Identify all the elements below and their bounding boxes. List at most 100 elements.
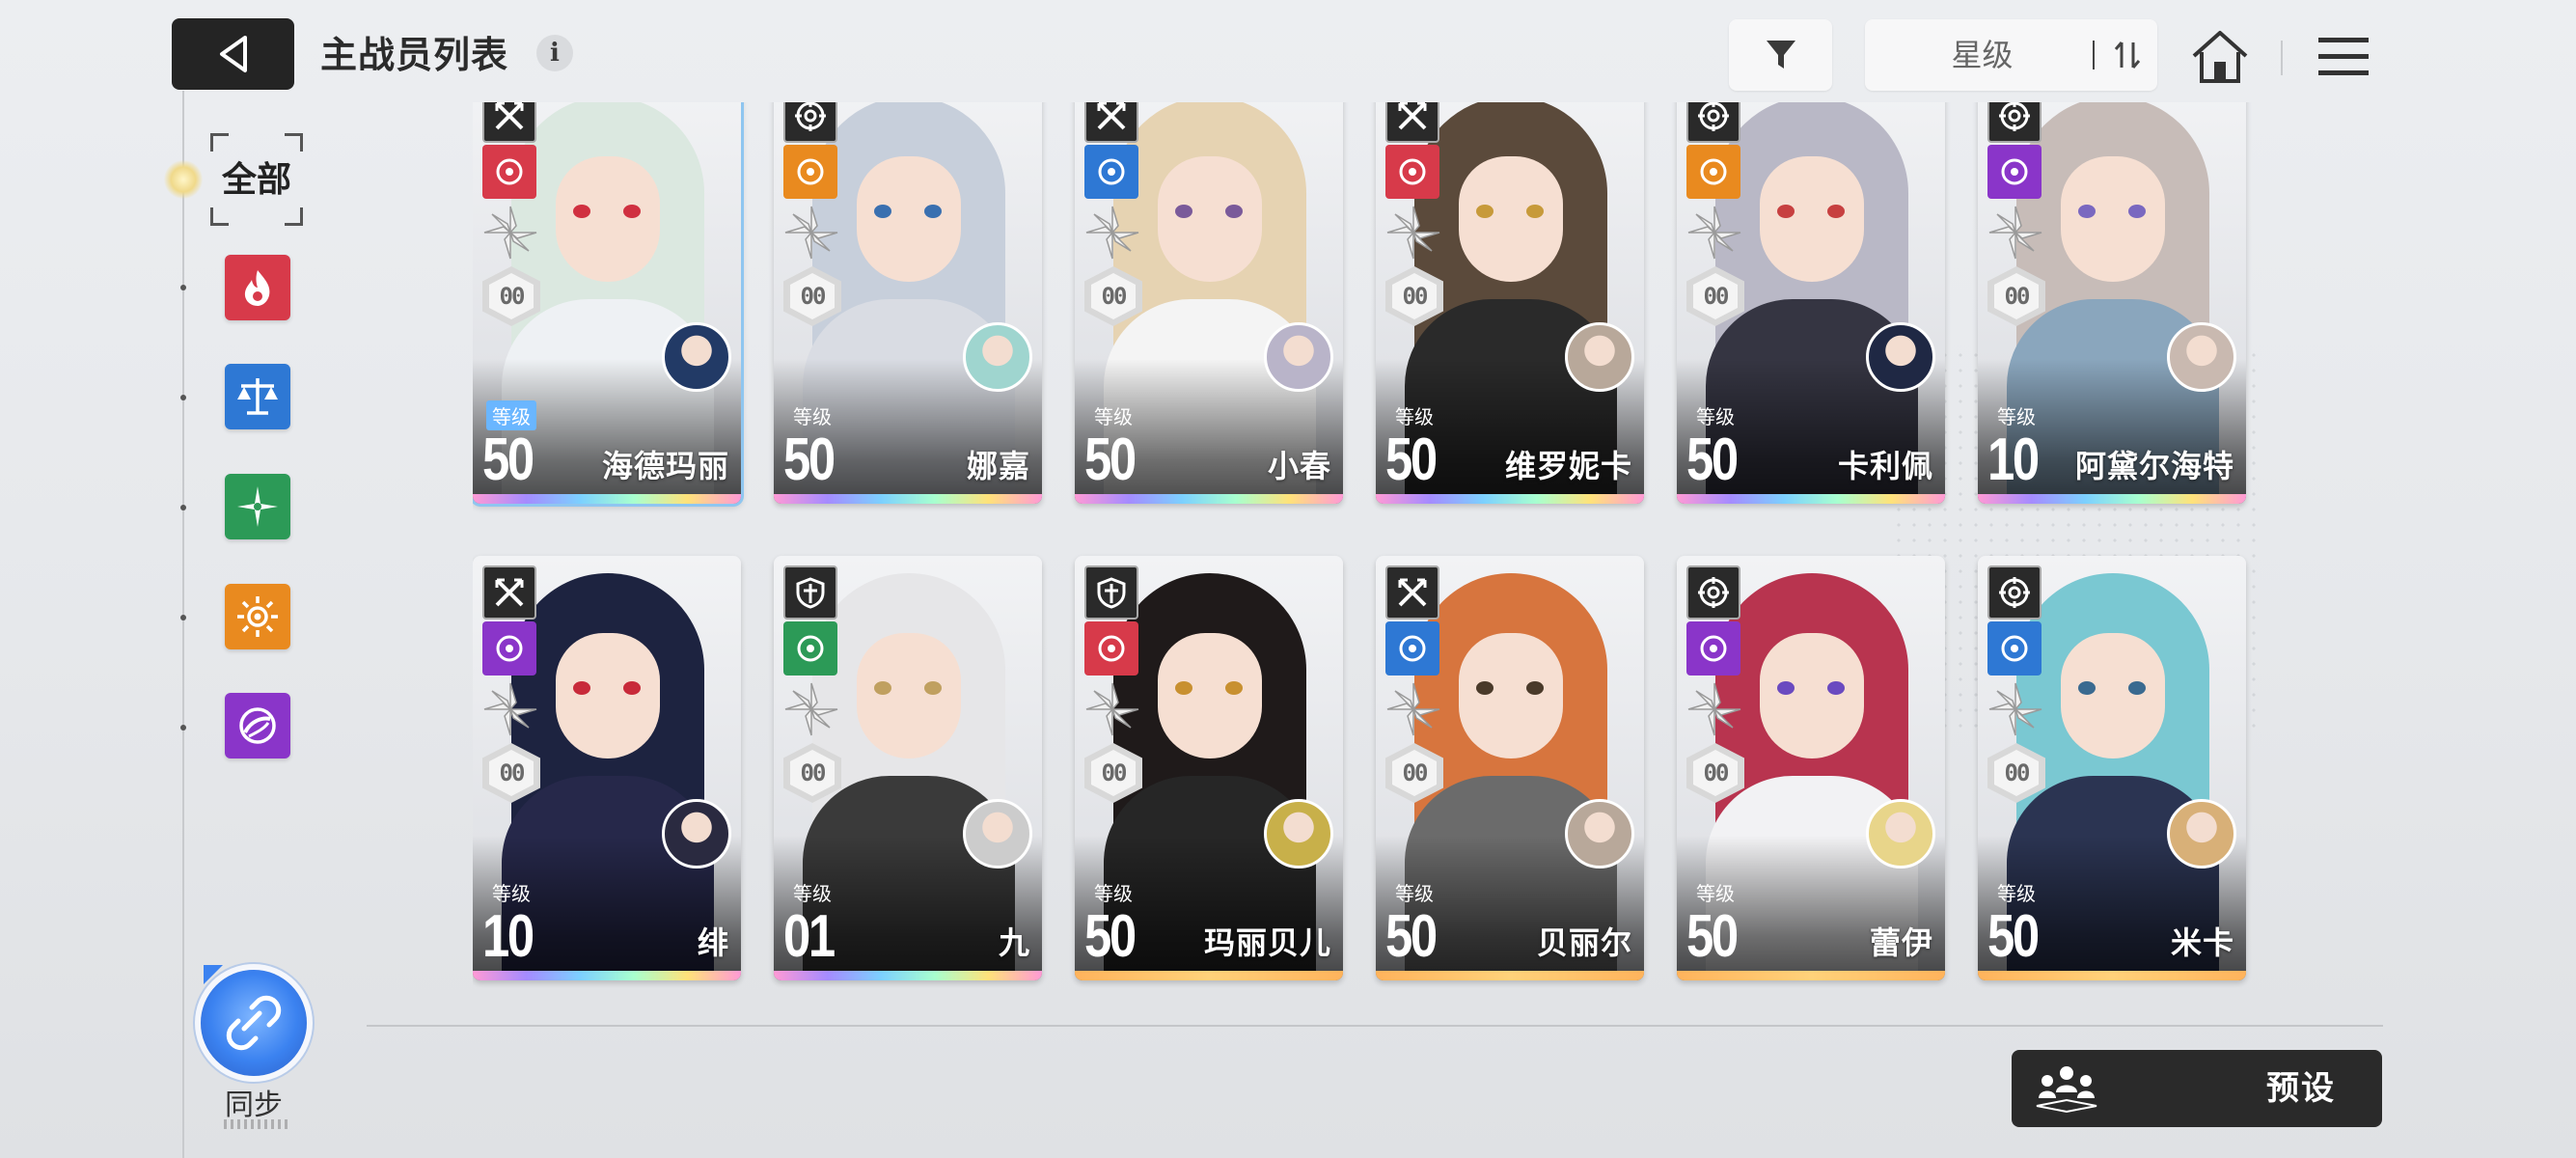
squad-preset-icon <box>2036 1066 2097 1114</box>
class-target-icon <box>783 102 837 143</box>
portrait-eye <box>623 205 641 218</box>
portrait-eye <box>1526 205 1544 218</box>
burst-skill-icon <box>1082 203 1142 262</box>
support-avatar <box>1866 322 1935 392</box>
class-sword-icon <box>1385 565 1439 620</box>
rarity-bar <box>774 971 1042 980</box>
burst-skill-icon <box>480 679 540 739</box>
category-void[interactable] <box>225 693 290 758</box>
class-target-icon <box>1987 565 2042 620</box>
character-card[interactable]: 00 等级 50 娜嘉 <box>774 102 1042 504</box>
rarity-bar <box>1075 494 1343 504</box>
support-avatar <box>662 799 731 868</box>
home-button[interactable] <box>2186 23 2254 91</box>
top-separator <box>2281 41 2283 75</box>
support-avatar <box>1264 322 1333 392</box>
portrait-face <box>2061 156 2165 282</box>
class-sword-icon <box>1385 102 1439 143</box>
category-wind[interactable] <box>225 474 290 539</box>
portrait-face <box>1158 156 1262 282</box>
support-avatar <box>662 322 731 392</box>
info-icon[interactable]: i <box>536 35 573 71</box>
level-number: 01 <box>783 903 836 970</box>
sort-order-button[interactable] <box>2098 19 2156 91</box>
burst-skill-icon <box>1384 679 1443 739</box>
character-card[interactable]: 00 等级 50 玛丽贝儿 <box>1075 556 1343 980</box>
back-button[interactable] <box>172 18 294 90</box>
portrait-eye <box>874 205 891 218</box>
sync-decoration <box>224 1119 289 1129</box>
rarity-bar <box>473 971 741 980</box>
wind-star-icon <box>237 486 278 527</box>
character-card[interactable]: 00 等级 50 海德玛丽 <box>473 102 741 504</box>
portrait-face <box>1459 156 1563 282</box>
character-name: 阿黛尔海特 <box>2074 449 2234 483</box>
portrait-eye <box>1175 205 1192 218</box>
character-card[interactable]: 00 等级 50 贝丽尔 <box>1376 556 1644 980</box>
level-number: 50 <box>1385 427 1438 493</box>
character-card[interactable]: 00 等级 01 九 <box>774 556 1042 980</box>
level-number: 50 <box>1686 427 1739 493</box>
portrait-eye <box>2128 681 2146 695</box>
rail-dot <box>180 615 186 620</box>
portrait-face <box>857 156 961 282</box>
character-name: 小春 <box>1267 449 1331 483</box>
element-icon <box>1385 145 1439 199</box>
class-shield-icon <box>1084 565 1138 620</box>
rarity-bar <box>1376 971 1644 980</box>
element-icon <box>1084 621 1138 676</box>
element-icon <box>1686 621 1740 676</box>
category-radiance[interactable] <box>225 584 290 649</box>
character-card[interactable]: 00 等级 50 小春 <box>1075 102 1343 504</box>
portrait-eye <box>573 205 590 218</box>
character-card[interactable]: 00 等级 10 阿黛尔海特 <box>1978 102 2246 504</box>
portrait-eye <box>1476 205 1494 218</box>
character-name: 海德玛丽 <box>601 449 729 483</box>
back-arrow-icon <box>219 36 247 72</box>
rarity-bar <box>1677 494 1945 504</box>
category-all[interactable]: 全部 <box>210 133 303 226</box>
portrait-eye <box>1827 205 1845 218</box>
rail-dot <box>180 725 186 731</box>
support-avatar <box>1264 799 1333 868</box>
sync-button[interactable] <box>201 970 307 1076</box>
element-icon <box>482 145 536 199</box>
sidebar-rail <box>182 91 184 1158</box>
portrait-face <box>556 633 660 758</box>
character-card[interactable]: 00 等级 10 绯 <box>473 556 741 980</box>
burst-skill-icon <box>1685 203 1744 262</box>
portrait-eye <box>1225 681 1243 695</box>
category-all-label: 全部 <box>221 159 291 199</box>
support-avatar <box>1565 799 1634 868</box>
burst-skill-icon <box>1986 203 2045 262</box>
void-swirl-icon <box>239 707 276 744</box>
sync-link-icon <box>226 995 282 1051</box>
character-card[interactable]: 00 等级 50 维罗妮卡 <box>1376 102 1644 504</box>
portrait-eye <box>573 681 590 695</box>
portrait-eye <box>1827 681 1845 695</box>
level-number: 50 <box>1686 903 1739 970</box>
character-card[interactable]: 00 等级 50 蕾伊 <box>1677 556 1945 980</box>
class-target-icon <box>1686 102 1740 143</box>
portrait-eye <box>924 681 942 695</box>
portrait-face <box>857 633 961 758</box>
category-burn[interactable] <box>225 255 290 320</box>
character-card[interactable]: 00 等级 50 米卡 <box>1978 556 2246 980</box>
level-number: 50 <box>1385 903 1438 970</box>
filter-button[interactable] <box>1729 19 1832 91</box>
portrait-face <box>1459 633 1563 758</box>
element-icon <box>482 621 536 676</box>
rail-dot <box>180 285 186 290</box>
support-avatar <box>1565 322 1634 392</box>
menu-button[interactable] <box>2312 27 2375 87</box>
category-balance[interactable] <box>225 364 290 429</box>
portrait-eye <box>1777 205 1795 218</box>
character-card[interactable]: 00 等级 50 卡利佩 <box>1677 102 1945 504</box>
element-icon <box>783 145 837 199</box>
burst-skill-icon <box>781 203 841 262</box>
portrait-face <box>1760 633 1864 758</box>
class-shield-icon <box>783 565 837 620</box>
character-name: 维罗妮卡 <box>1504 449 1632 483</box>
preset-button[interactable]: 预设 <box>2012 1050 2382 1127</box>
sort-dropdown[interactable]: 星级 <box>1865 19 2157 91</box>
